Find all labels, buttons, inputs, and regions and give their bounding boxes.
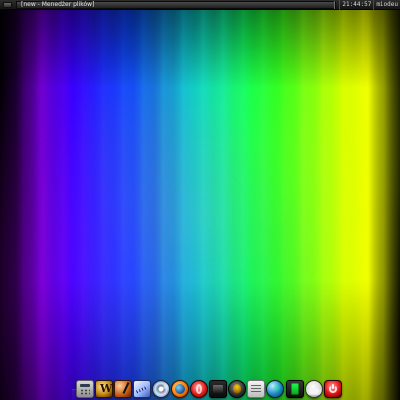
dock-item-opera[interactable]: [190, 376, 208, 398]
dock-item-calculator[interactable]: [76, 376, 94, 398]
top-panel: [new - Menedżer plików] 21:44:57 miodeu: [0, 0, 400, 10]
opera-icon: [190, 380, 208, 398]
firefox-icon: [171, 380, 189, 398]
clapperboard-icon: [209, 380, 227, 398]
active-window-button[interactable]: [new - Menedżer plików]: [16, 1, 336, 9]
cloud-icon: [305, 380, 323, 398]
dock-item-globe[interactable]: [266, 376, 284, 398]
dock-item-warcraft[interactable]: [95, 376, 113, 398]
power-icon: [324, 380, 342, 398]
dock-item-cloud[interactable]: [305, 376, 323, 398]
ruler-icon: [133, 380, 151, 398]
cd-icon: [152, 380, 170, 398]
battery-icon: [286, 380, 304, 398]
dock-item-bug[interactable]: [228, 376, 246, 398]
clock-time[interactable]: 21:44:57: [339, 0, 375, 10]
dock-item-power[interactable]: [324, 376, 342, 398]
dock-item-cd[interactable]: [152, 376, 170, 398]
dock-item-battery[interactable]: [286, 376, 304, 398]
dock-item-ruler[interactable]: [133, 376, 151, 398]
dock-item-document[interactable]: [247, 376, 265, 398]
document-icon: [247, 380, 265, 398]
active-window-title: [new - Menedżer plików]: [21, 1, 95, 8]
panel-menu-icon[interactable]: [3, 2, 12, 8]
wallpaper-streaks: [0, 0, 400, 400]
globe-icon: [266, 380, 284, 398]
dock-item-firefox[interactable]: [171, 376, 189, 398]
dock-item-guitar[interactable]: [114, 376, 132, 398]
guitar-icon: [114, 380, 132, 398]
bug-icon: [228, 380, 246, 398]
warcraft-icon: [95, 380, 113, 398]
bottom-dock: [72, 371, 342, 400]
dock-item-clapperboard[interactable]: [209, 376, 227, 398]
desktop-wallpaper: [new - Menedżer plików] 21:44:57 miodeu: [0, 0, 400, 400]
user-name[interactable]: miodeu: [376, 0, 398, 10]
tray-separator: [334, 1, 336, 9]
calculator-icon: [76, 380, 94, 398]
system-tray: 21:44:57 miodeu: [334, 0, 400, 10]
